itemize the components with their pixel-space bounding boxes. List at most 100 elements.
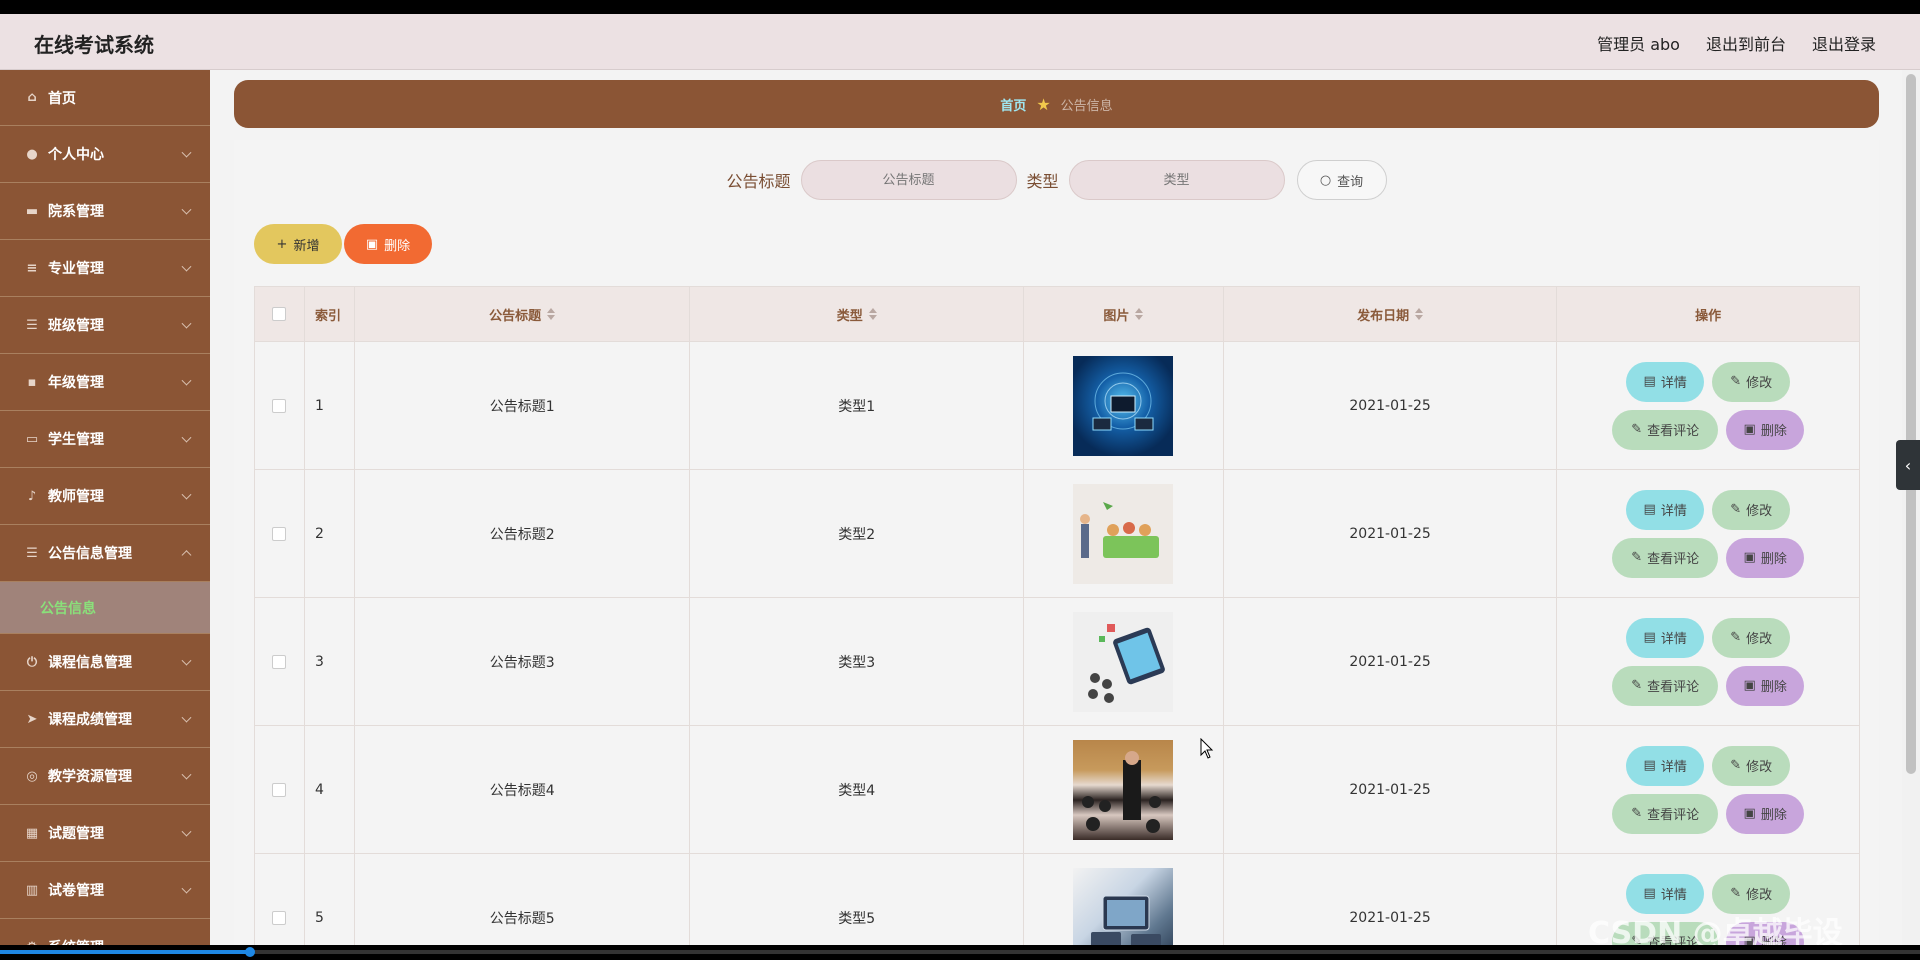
document-icon: ▤ <box>1643 758 1656 773</box>
sort-icon[interactable] <box>547 308 556 320</box>
type-search-label: 类型 <box>1026 172 1059 191</box>
pencil-icon: ✎ <box>1730 374 1742 389</box>
column-header-index: 索引 <box>304 287 355 341</box>
video-progress-handle[interactable] <box>244 947 255 957</box>
exit-to-frontend-link[interactable]: 退出到前台 <box>1706 31 1786 55</box>
add-button[interactable]: + 新增 <box>254 224 342 264</box>
main-content: 首页 ★ 公告信息 公告标题 类型 ○ 查询 + 新增 <box>210 70 1900 945</box>
sidebar-item-label: 专业管理 <box>48 261 104 277</box>
column-header-image[interactable]: 图片 <box>1024 287 1224 341</box>
sidebar-item-questions[interactable]: ▦ 试题管理 <box>0 805 210 862</box>
detail-button[interactable]: ▤ 详情 <box>1626 489 1705 530</box>
sidebar-item-major[interactable]: ≡ 专业管理 <box>0 240 210 297</box>
column-header-title[interactable]: 公告标题 <box>354 287 691 341</box>
power-icon: ⏻ <box>26 654 38 670</box>
row-checkbox[interactable] <box>272 526 287 541</box>
sidebar-item-grade[interactable]: ▪ 年级管理 <box>0 354 210 411</box>
book-icon: ▥ <box>25 882 39 898</box>
sort-icon[interactable] <box>1415 308 1424 320</box>
add-button-label: 新增 <box>293 238 320 254</box>
mouse-cursor-icon <box>1200 738 1214 759</box>
row-actions: ▤ 详情 ✎ 修改 ✎ 查看评论 ▣ 删除 <box>1557 342 1859 469</box>
sidebar-item-papers[interactable]: ▥ 试卷管理 <box>0 862 210 919</box>
row-date: 2021-01-25 <box>1224 470 1558 597</box>
row-image-cell <box>1024 598 1224 725</box>
sidebar-item-class[interactable]: ☰ 班级管理 <box>0 297 210 354</box>
collapse-panel-toggle[interactable]: ‹ <box>1896 440 1920 490</box>
edit-button[interactable]: ✎ 修改 <box>1712 361 1791 402</box>
row-checkbox[interactable] <box>272 398 287 413</box>
chevron-left-icon: ‹ <box>1904 455 1912 475</box>
classroom-cartoon-image[interactable] <box>1073 483 1174 584</box>
logout-link[interactable]: 退出登录 <box>1812 31 1876 55</box>
row-checkbox[interactable] <box>272 782 287 797</box>
tablet-devices-image[interactable] <box>1073 867 1174 945</box>
chevron-down-icon <box>181 147 192 158</box>
edit-button[interactable]: ✎ 修改 <box>1712 489 1791 530</box>
column-label: 图片 <box>1103 308 1130 324</box>
detail-button[interactable]: ▤ 详情 <box>1626 361 1705 402</box>
table-row: 2 公告标题2 类型2 2021-01-25 ▤ 详情 ✎ 修改 ✎ 查看评论 … <box>255 470 1859 598</box>
sidebar-item-teaching-resources[interactable]: ◎ 教学资源管理 <box>0 748 210 805</box>
detail-button[interactable]: ▤ 详情 <box>1626 745 1705 786</box>
delete-row-button[interactable]: ▣ 删除 <box>1726 793 1805 834</box>
row-date: 2021-01-25 <box>1224 726 1558 853</box>
delete-row-button[interactable]: ▣ 删除 <box>1726 537 1805 578</box>
row-checkbox[interactable] <box>272 654 287 669</box>
video-progress-bar[interactable] <box>0 947 1920 957</box>
sidebar-item-label: 课程信息管理 <box>48 655 132 671</box>
sidebar-item-label: 教学资源管理 <box>48 769 132 785</box>
edit-button[interactable]: ✎ 修改 <box>1712 617 1791 658</box>
sidebar-item-course-info[interactable]: ⏻ 课程信息管理 <box>0 634 210 691</box>
sort-icon[interactable] <box>1135 308 1144 320</box>
row-index: 1 <box>305 342 355 469</box>
sidebar-item-system[interactable]: ⚙ 系统管理 <box>0 919 210 945</box>
sidebar-subitem-announcement[interactable]: 公告信息 <box>0 582 210 634</box>
delete-label: 删除 <box>1760 552 1787 567</box>
user-icon: ● <box>26 146 38 162</box>
sidebar-item-department[interactable]: ▬ 院系管理 <box>0 183 210 240</box>
column-label: 发布日期 <box>1357 308 1410 324</box>
sidebar-item-teacher[interactable]: ♪ 教师管理 <box>0 468 210 525</box>
delete-row-button[interactable]: ▣ 删除 <box>1726 409 1805 450</box>
view-comments-button[interactable]: ✎ 查看评论 <box>1612 409 1719 450</box>
row-checkbox[interactable] <box>272 910 287 925</box>
detail-label: 详情 <box>1660 376 1687 391</box>
search-button-label: 查询 <box>1337 174 1364 190</box>
select-all-checkbox[interactable] <box>272 307 287 321</box>
sidebar-item-announcement-management[interactable]: ☰ 公告信息管理 <box>0 525 210 582</box>
sidebar-item-personal-center[interactable]: ● 个人中心 <box>0 126 210 183</box>
vertical-scrollbar[interactable] <box>1902 70 1920 945</box>
sidebar-item-student[interactable]: ▭ 学生管理 <box>0 411 210 468</box>
chevron-down-icon <box>181 375 192 386</box>
detail-button[interactable]: ▤ 详情 <box>1626 617 1705 658</box>
sidebar-item-course-score[interactable]: ➤ 课程成绩管理 <box>0 691 210 748</box>
sidebar-item-label: 个人中心 <box>48 147 104 163</box>
view-comments-button[interactable]: ✎ 查看评论 <box>1612 665 1719 706</box>
search-button[interactable]: ○ 查询 <box>1296 160 1387 200</box>
sidebar-item-label: 公告信息管理 <box>48 546 132 562</box>
edit-label: 修改 <box>1746 376 1773 391</box>
type-search-input[interactable] <box>1068 160 1285 200</box>
title-search-input[interactable] <box>800 160 1017 200</box>
sort-icon[interactable] <box>868 308 877 320</box>
online-learning-image[interactable] <box>1073 611 1174 712</box>
sidebar-item-label: 系统管理 <box>48 937 104 945</box>
column-header-type[interactable]: 类型 <box>690 287 1025 341</box>
breadcrumb-current: 公告信息 <box>1060 98 1113 114</box>
lecture-hall-photo[interactable] <box>1073 739 1174 840</box>
batch-delete-button[interactable]: ▣ 删除 <box>344 224 432 264</box>
screen-frame-top <box>0 0 1920 14</box>
view-comments-button[interactable]: ✎ 查看评论 <box>1612 537 1719 578</box>
pencil-icon: ✎ <box>1730 502 1742 517</box>
network-technology-image[interactable] <box>1073 355 1174 456</box>
view-comments-button[interactable]: ✎ 查看评论 <box>1612 793 1719 834</box>
breadcrumb-home[interactable]: 首页 <box>1000 95 1026 114</box>
pencil-icon: ✎ <box>1631 550 1643 565</box>
scrollbar-thumb[interactable] <box>1906 74 1916 774</box>
sidebar-item-home[interactable]: ⌂ 首页 <box>0 70 210 126</box>
column-header-date[interactable]: 发布日期 <box>1223 287 1558 341</box>
edit-button[interactable]: ✎ 修改 <box>1712 745 1791 786</box>
row-title: 公告标题1 <box>355 342 691 469</box>
delete-row-button[interactable]: ▣ 删除 <box>1726 665 1805 706</box>
